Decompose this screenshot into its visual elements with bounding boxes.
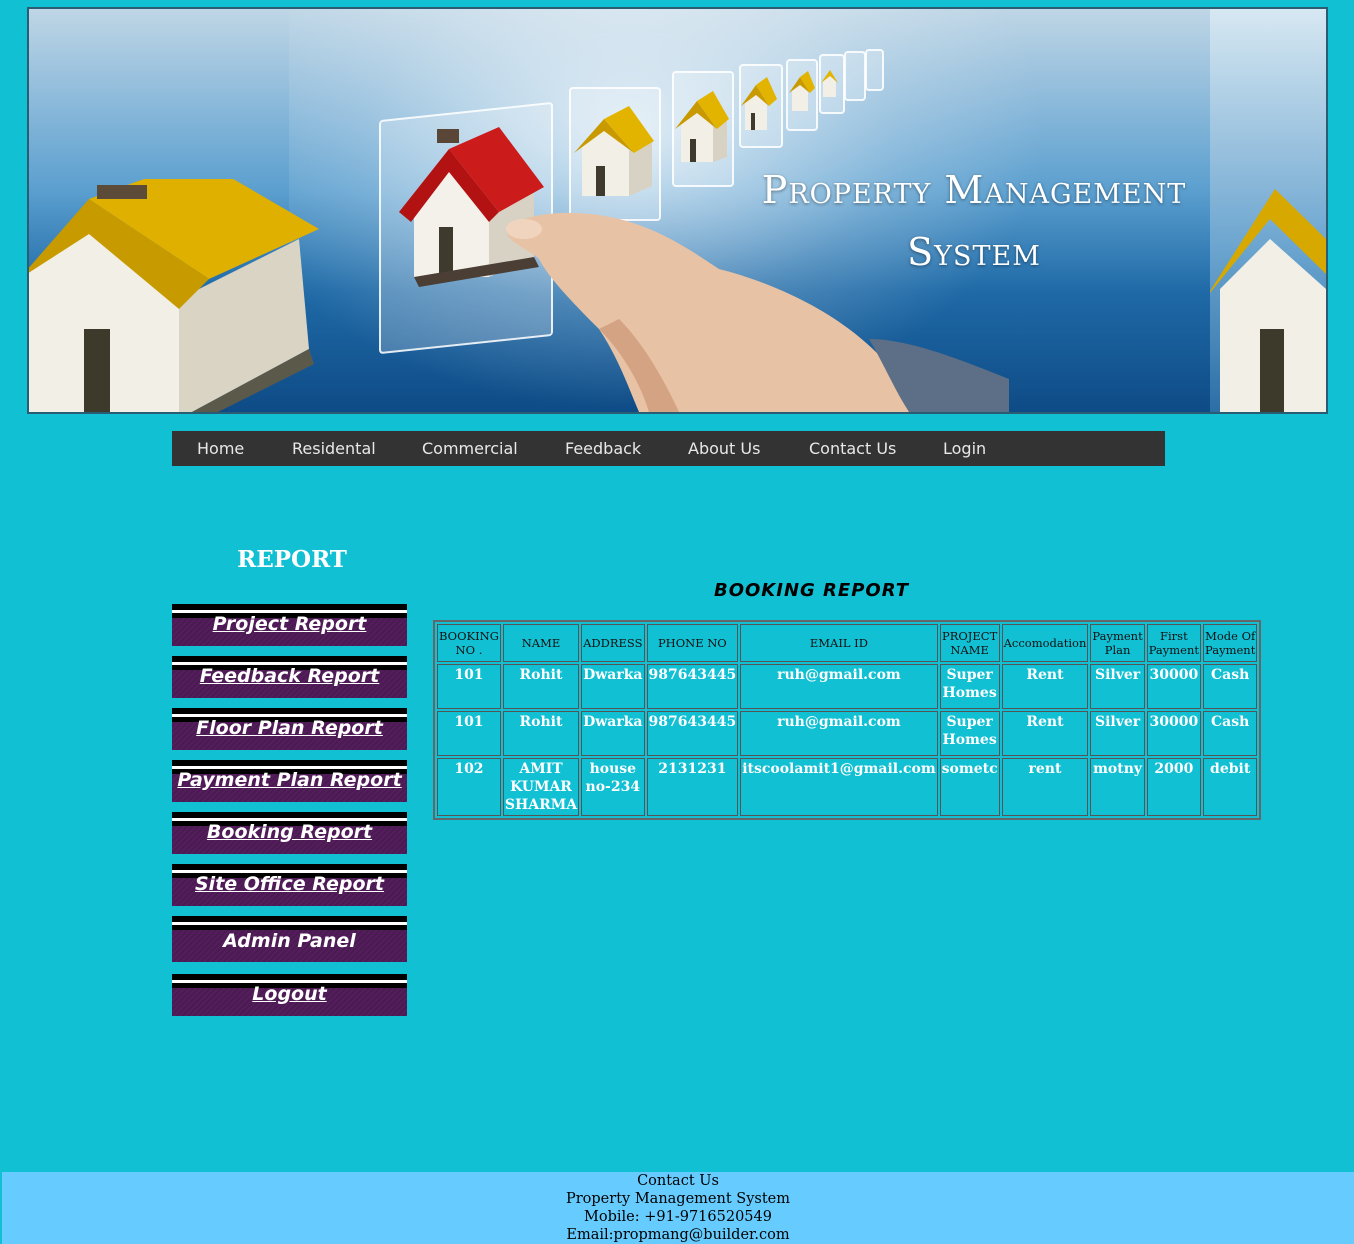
cell-accomodation: Rent: [1001, 664, 1089, 709]
sidebar-floor-plan-report[interactable]: Floor Plan Report: [172, 708, 407, 750]
nav-commercial[interactable]: Commercial: [422, 431, 518, 466]
nav-about-us[interactable]: About Us: [688, 431, 760, 466]
banner-title-line2: System: [907, 230, 1041, 274]
table-row: 101 Rohit Dwarka 987643445 ruh@gmail.com…: [437, 664, 1258, 709]
sidebar-feedback-report[interactable]: Feedback Report: [172, 656, 407, 698]
cell-phone-no: 987643445: [646, 664, 739, 709]
banner-card: [865, 49, 884, 91]
cell-booking-no: 101: [437, 664, 501, 709]
banner-card: [844, 51, 866, 101]
cell-project-name: Super Homes: [939, 711, 1000, 756]
col-email-id: EMAIL ID: [740, 624, 938, 662]
cell-payment-plan: Silver: [1090, 711, 1145, 756]
cell-email-id: itscoolamit1@gmail.com: [740, 758, 938, 816]
sidebar-item-label[interactable]: Floor Plan Report: [172, 708, 407, 739]
col-accomodation: Accomodation: [1001, 624, 1089, 662]
sidebar-item-label[interactable]: Logout: [172, 974, 407, 1005]
cell-first-payment: 30000: [1146, 664, 1202, 709]
nav-contact-us[interactable]: Contact Us: [809, 431, 896, 466]
footer-company-name: Property Management System: [565, 1191, 790, 1207]
banner-title: Property Management System: [751, 159, 1197, 283]
footer-mobile: Mobile: +91-9716520549: [584, 1209, 772, 1225]
house-icon: [675, 87, 729, 167]
house-icon: [29, 159, 329, 412]
cell-first-payment: 2000: [1146, 758, 1202, 816]
cell-name: Rohit: [502, 711, 580, 756]
house-icon: [789, 69, 815, 115]
footer-email: Email:propmang@builder.com: [566, 1227, 790, 1243]
sidebar-admin-panel[interactable]: Admin Panel: [172, 916, 407, 962]
sidebar-item-label[interactable]: Project Report: [172, 604, 407, 635]
cell-accomodation: rent: [1001, 758, 1089, 816]
sidebar-item-label[interactable]: Booking Report: [172, 812, 407, 843]
sidebar-logout[interactable]: Logout: [172, 974, 407, 1016]
col-name: NAME: [502, 624, 580, 662]
sidebar-project-report[interactable]: Project Report: [172, 604, 407, 646]
sidebar-item-label[interactable]: Payment Plan Report: [172, 760, 407, 791]
sidebar-heading: REPORT: [237, 546, 347, 573]
sidebar-booking-report[interactable]: Booking Report: [172, 812, 407, 854]
cell-phone-no: 2131231: [646, 758, 739, 816]
cell-address: house no-234: [581, 758, 645, 816]
cell-booking-no: 101: [437, 711, 501, 756]
cell-email-id: ruh@gmail.com: [740, 664, 938, 709]
header-banner: Property Management System: [27, 7, 1328, 414]
cell-name: AMIT KUMAR SHARMA: [502, 758, 580, 816]
col-project-name: PROJECT NAME: [939, 624, 1000, 662]
cell-address: Dwarka: [581, 664, 645, 709]
house-icon: [741, 75, 777, 135]
col-mode-of-payment: Mode Of Payment: [1203, 624, 1258, 662]
col-phone-no: PHONE NO: [646, 624, 739, 662]
house-icon: [821, 64, 841, 100]
sidebar-site-office-report[interactable]: Site Office Report: [172, 864, 407, 906]
table-row: 102 AMIT KUMAR SHARMA house no-234 21312…: [437, 758, 1258, 816]
sidebar-item-label[interactable]: Feedback Report: [172, 656, 407, 687]
cell-email-id: ruh@gmail.com: [740, 711, 938, 756]
cell-address: Dwarka: [581, 711, 645, 756]
nav-home[interactable]: Home: [197, 431, 244, 466]
sidebar-item-label[interactable]: Admin Panel: [172, 916, 407, 952]
col-payment-plan: Payment Plan: [1090, 624, 1145, 662]
col-booking-no: BOOKING NO .: [437, 624, 501, 662]
footer-contact-heading: Contact Us: [637, 1173, 719, 1189]
table-header-row: BOOKING NO . NAME ADDRESS PHONE NO EMAIL…: [437, 624, 1258, 662]
footer: Contact Us Property Management System Mo…: [2, 1172, 1354, 1244]
cell-payment-plan: motny: [1090, 758, 1145, 816]
cell-mode-of-payment: Cash: [1203, 711, 1258, 756]
banner-title-line1: Property Management: [761, 168, 1187, 212]
cell-project-name: Super Homes: [939, 664, 1000, 709]
cell-booking-no: 102: [437, 758, 501, 816]
nav-feedback[interactable]: Feedback: [565, 431, 641, 466]
col-first-payment: First Payment: [1146, 624, 1202, 662]
report-title: BOOKING REPORT: [713, 580, 910, 601]
sidebar-item-label[interactable]: Site Office Report: [172, 864, 407, 895]
cell-phone-no: 987643445: [646, 711, 739, 756]
nav-login[interactable]: Login: [943, 431, 986, 466]
sidebar-payment-plan-report[interactable]: Payment Plan Report: [172, 760, 407, 802]
cell-mode-of-payment: debit: [1203, 758, 1258, 816]
main-nav: Home Residental Commercial Feedback Abou…: [172, 431, 1165, 466]
cell-payment-plan: Silver: [1090, 664, 1145, 709]
table-row: 101 Rohit Dwarka 987643445 ruh@gmail.com…: [437, 711, 1258, 756]
house-icon: [574, 101, 654, 201]
cell-project-name: sometc: [939, 758, 1000, 816]
house-icon: [1205, 179, 1326, 412]
cell-name: Rohit: [502, 664, 580, 709]
booking-table: BOOKING NO . NAME ADDRESS PHONE NO EMAIL…: [433, 620, 1262, 820]
cell-first-payment: 30000: [1146, 711, 1202, 756]
nav-residental[interactable]: Residental: [292, 431, 376, 466]
cell-mode-of-payment: Cash: [1203, 664, 1258, 709]
col-address: ADDRESS: [581, 624, 645, 662]
cell-accomodation: Rent: [1001, 711, 1089, 756]
